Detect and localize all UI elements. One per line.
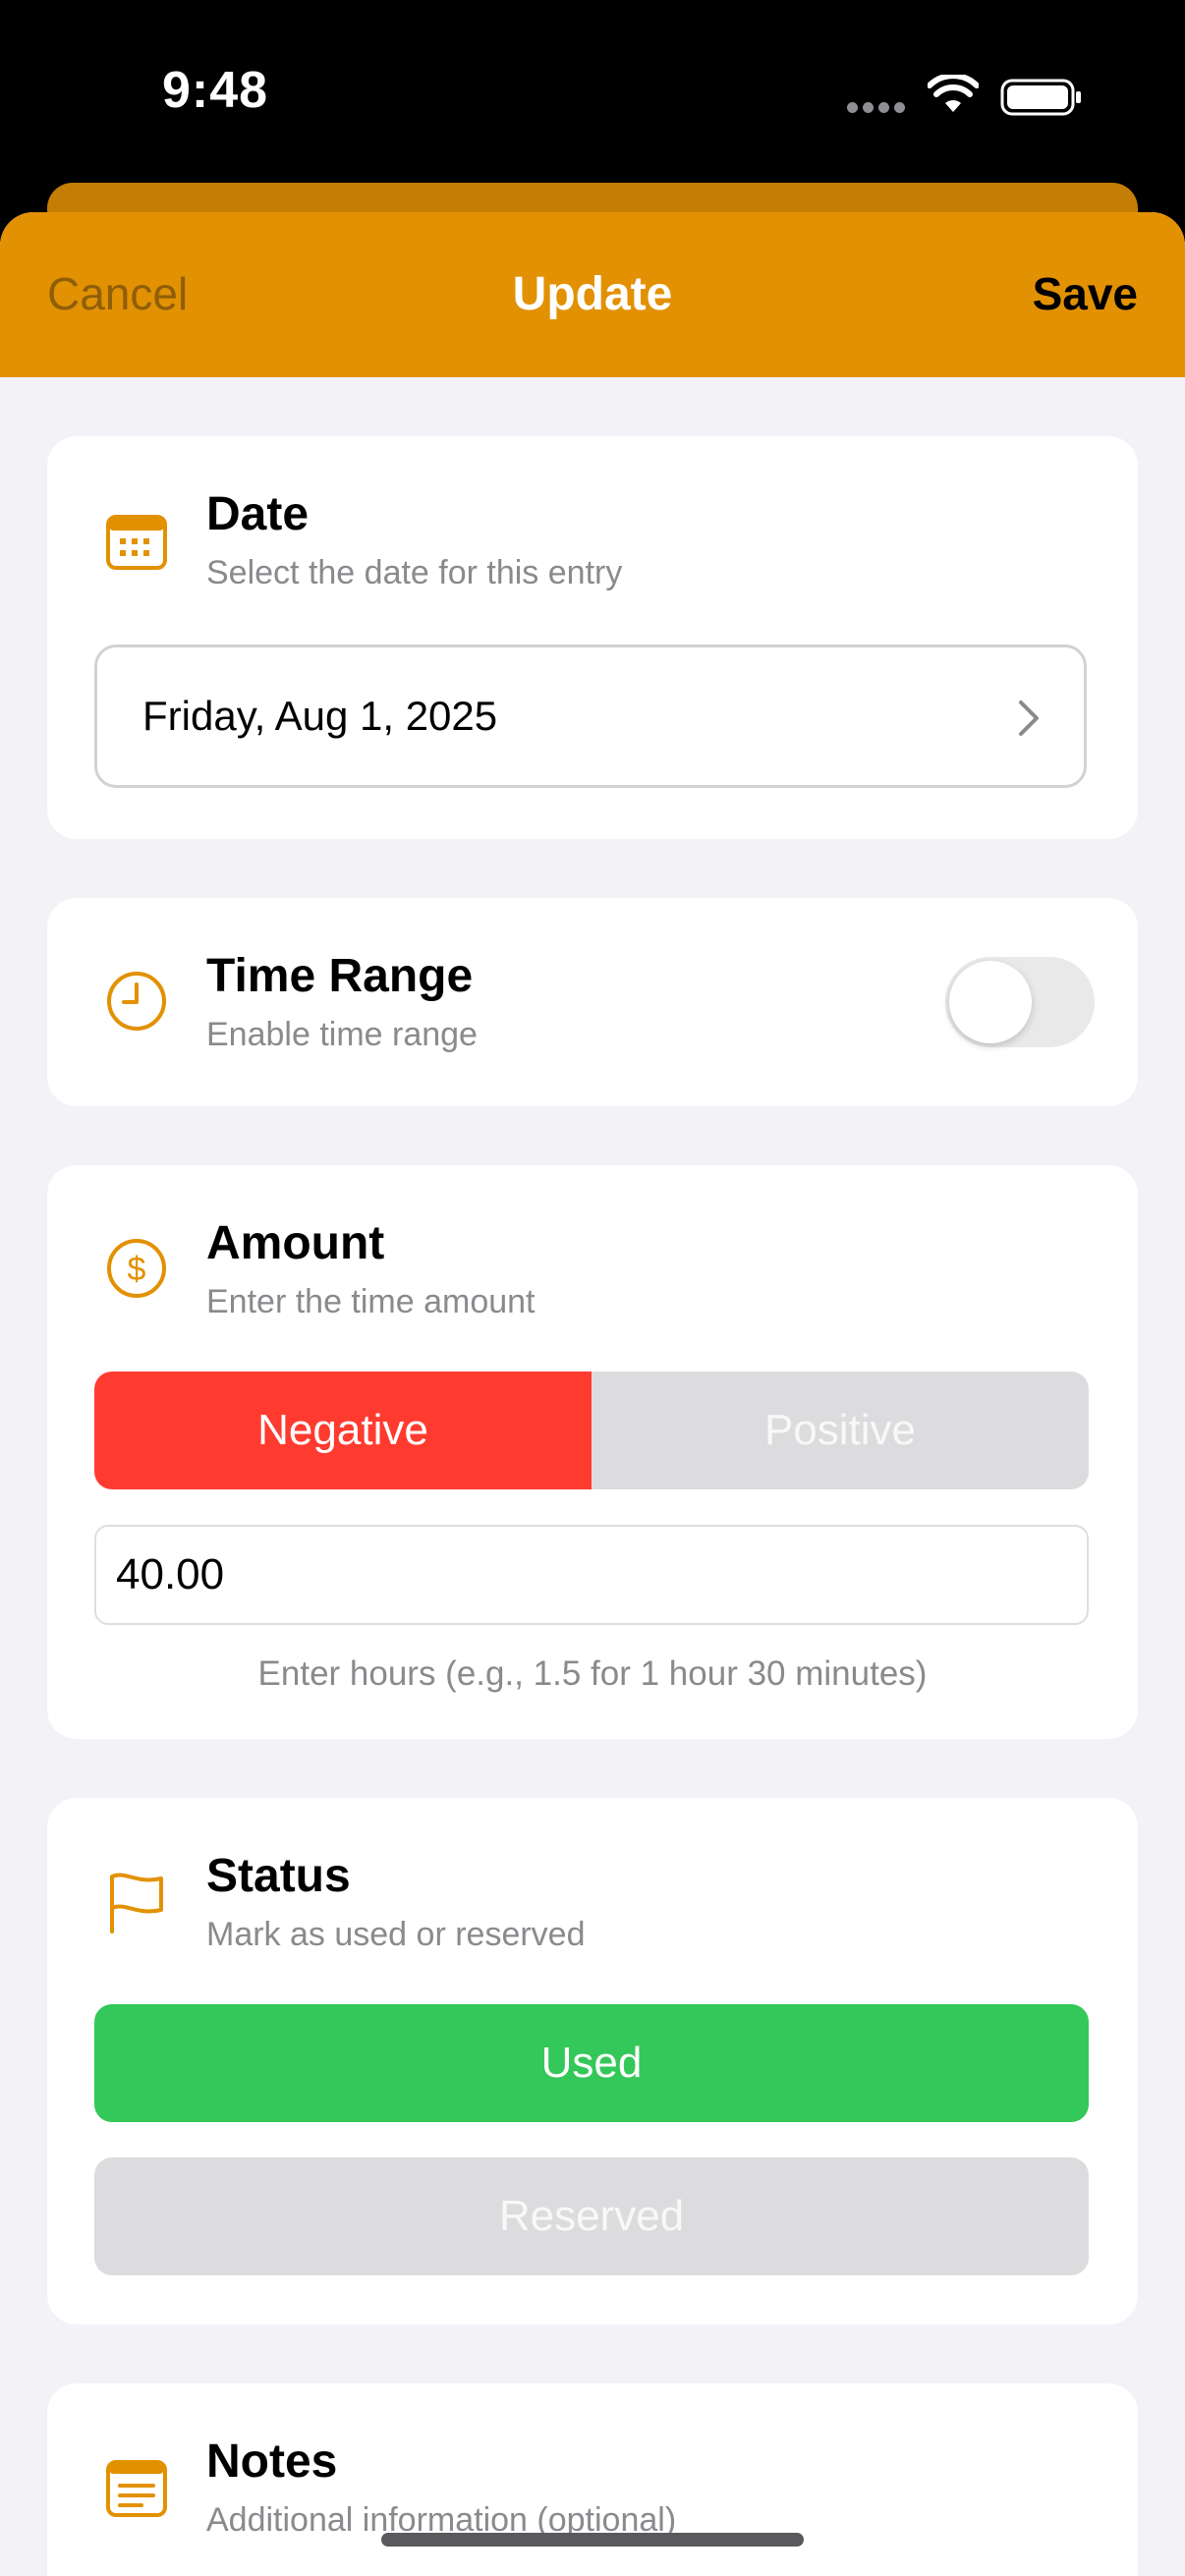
date-title: Date <box>206 488 310 540</box>
status-subtitle: Mark as used or reserved <box>206 1916 586 1953</box>
amount-input[interactable]: 40.00 <box>94 1525 1089 1625</box>
signal-icon <box>847 102 905 113</box>
time-range-title: Time Range <box>206 950 474 1002</box>
amount-value: 40.00 <box>116 1550 225 1598</box>
nav-bar: Cancel Update Save <box>0 212 1185 377</box>
status-time: 9:48 <box>162 62 269 119</box>
nav-title: Update <box>512 268 673 320</box>
toggle-knob <box>949 961 1032 1043</box>
notes-title: Notes <box>206 2436 338 2488</box>
update-sheet: Cancel Update Save Date Select the date … <box>0 212 1185 2576</box>
wifi-icon <box>928 75 979 112</box>
time-range-subtitle: Enable time range <box>206 1016 478 1053</box>
amount-hint: Enter hours (e.g., 1.5 for 1 hour 30 min… <box>257 1654 928 1693</box>
date-value: Friday, Aug 1, 2025 <box>142 693 498 739</box>
date-subtitle: Select the date for this entry <box>206 554 623 591</box>
notes-card: Notes Additional information (optional) <box>47 2383 1138 2576</box>
used-button[interactable]: Used <box>94 2004 1089 2122</box>
dollar-icon: $ <box>107 1239 166 1298</box>
amount-title: Amount <box>206 1217 385 1269</box>
sign-segmented-control: Negative Positive <box>94 1372 1089 1489</box>
battery-icon <box>1000 79 1081 116</box>
negative-segment[interactable]: Negative <box>94 1372 592 1489</box>
amount-card: $ Amount Enter the time amount Negative … <box>47 1165 1138 1739</box>
date-card: Date Select the date for this entry Frid… <box>47 436 1138 839</box>
flag-icon <box>110 1873 163 1933</box>
status-card: Status Mark as used or reserved Used Res… <box>47 1798 1138 2324</box>
clock-icon <box>107 972 166 1031</box>
positive-segment[interactable]: Positive <box>592 1372 1089 1489</box>
reserved-button[interactable]: Reserved <box>94 2157 1089 2275</box>
home-indicator[interactable] <box>381 2533 804 2547</box>
status-title: Status <box>206 1850 351 1902</box>
time-range-toggle[interactable] <box>945 957 1095 1047</box>
notes-icon <box>106 2460 167 2517</box>
chevron-right-icon <box>1019 700 1039 736</box>
amount-subtitle: Enter the time amount <box>206 1283 536 1320</box>
time-range-card: Time Range Enable time range <box>47 898 1138 1106</box>
date-picker-field[interactable]: Friday, Aug 1, 2025 <box>94 644 1087 788</box>
save-button[interactable]: Save <box>1033 267 1138 320</box>
calendar-icon <box>106 515 167 570</box>
status-bar: 9:48 <box>0 0 1185 187</box>
svg-text:$: $ <box>128 1251 146 1288</box>
